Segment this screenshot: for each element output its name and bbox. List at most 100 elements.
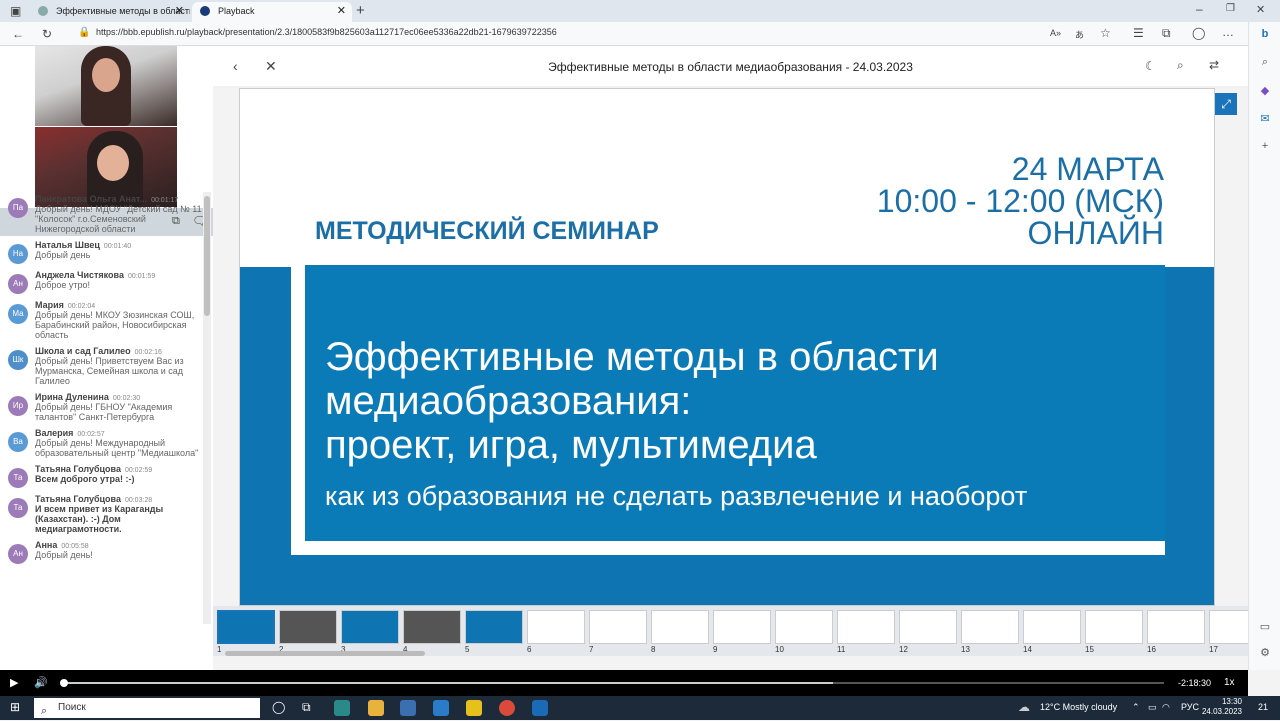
swap-layout-icon[interactable]: ⇄ (1209, 58, 1219, 72)
slide-thumbnail[interactable] (899, 610, 957, 644)
slide-thumbnail[interactable] (403, 610, 461, 644)
chat-message-list[interactable]: Па Панкратова Ольга Анат... 00:01:17 Добрый… (0, 192, 202, 624)
mail-icon[interactable] (433, 700, 449, 716)
favorite-icon[interactable]: ☆ (1100, 26, 1111, 40)
store-icon[interactable] (400, 700, 416, 716)
chat-time: 00:02:04 (67, 303, 96, 310)
tab-presentation[interactable]: Эффективные методы в области ✕ (30, 2, 190, 22)
slide-thumbnail[interactable] (527, 610, 585, 644)
chat-scroll-thumb[interactable] (204, 196, 210, 316)
new-tab-icon[interactable]: + (356, 2, 365, 19)
slide-thumbnail[interactable] (217, 610, 275, 644)
tab-actions-icon[interactable]: ▣ (10, 4, 21, 18)
slide-thumbnail[interactable] (465, 610, 523, 644)
collections-icon[interactable]: ⧉ (1162, 26, 1171, 41)
minimize-icon[interactable]: – (1196, 2, 1203, 16)
search-icon[interactable]: ⌕ (1177, 58, 1184, 73)
avatar: Та (8, 498, 28, 518)
avatar: Ан (8, 544, 28, 564)
chrome-icon[interactable] (499, 700, 515, 716)
windows-taskbar: ⊞ ⌕ Поиск ◯ ⧉ ☁ 12°C Mostly cloudy ⌃ ▭ ◠… (0, 696, 1280, 720)
slide-seminar-title: МЕТОДИЧЕСКИЙ СЕМИНАР (315, 217, 659, 245)
chat-message: Шк Школа и сад Галилео 00:02:16 Добрый день… (0, 344, 202, 390)
weather-text[interactable]: 12°C Mostly cloudy (1040, 702, 1117, 712)
slide-thumbnail[interactable] (713, 610, 771, 644)
chat-time: 00:02:30 (112, 395, 141, 402)
read-aloud-icon[interactable]: A» (1050, 28, 1061, 38)
chat-time: 00:02:57 (77, 431, 105, 438)
search-icon[interactable]: ⌕ (1258, 56, 1272, 70)
chat-author: Татьяна Голубцова 00:02:59 (35, 464, 153, 474)
dark-mode-icon[interactable]: ☾ (1145, 59, 1156, 73)
cortana-icon[interactable]: ◯ (272, 700, 285, 714)
slide-thumbnail[interactable] (589, 610, 647, 644)
thumbnails-scrollbar[interactable] (225, 651, 425, 656)
slide-thumbnail-number: 10 (775, 645, 784, 654)
slide-thumbnail-number: 17 (1209, 645, 1218, 654)
maximize-icon[interactable]: ❐ (1226, 3, 1235, 14)
chat-text: Добрый день! (35, 550, 93, 560)
slide-thumbnail[interactable] (651, 610, 709, 644)
network-icon[interactable]: ▭ (1148, 702, 1157, 713)
chat-text: Добрый день (35, 250, 91, 260)
more-icon[interactable]: … (1222, 25, 1234, 39)
wifi-icon[interactable]: ◠ (1162, 702, 1170, 713)
1c-icon[interactable] (466, 700, 482, 716)
progress-bar[interactable] (62, 682, 1164, 684)
slide-thumbnail[interactable] (1209, 610, 1248, 644)
chat-message: Ан Анджела Чистякова 00:01:59 Доброе утро! (0, 268, 202, 298)
volume-icon[interactable]: 🔊 (34, 676, 48, 689)
profile-icon[interactable]: ◯ (1192, 26, 1205, 40)
slide-time-line: 10:00 - 12:00 (МСК) (876, 183, 1164, 219)
shopping-icon[interactable]: ◆ (1258, 84, 1272, 98)
avatar: Та (8, 468, 28, 488)
edge-taskbar-icon[interactable] (334, 700, 350, 716)
notifications-badge[interactable]: 21 (1258, 702, 1268, 712)
taskbar-search[interactable]: ⌕ Поиск (34, 698, 260, 718)
tab-playback[interactable]: Playback ✕ (192, 2, 352, 22)
outlook-icon[interactable]: ✉ (1258, 112, 1272, 126)
search-placeholder: Поиск (58, 702, 86, 713)
close-tab-icon[interactable]: ✕ (337, 2, 346, 20)
bing-icon[interactable]: b (1258, 28, 1272, 42)
slide-thumbnail[interactable] (1085, 610, 1143, 644)
task-view-icon[interactable]: ⧉ (302, 700, 311, 715)
language-indicator[interactable]: РУС (1181, 702, 1199, 712)
close-tab-icon[interactable]: ✕ (175, 2, 184, 20)
play-icon[interactable]: ▶ (10, 676, 18, 689)
windows-start-icon[interactable]: ⊞ (10, 700, 20, 714)
speed-button[interactable]: 1x (1224, 677, 1235, 688)
chat-message: На Наталья Швец 00:01:40 Добрый день (0, 238, 202, 268)
avatar: Шк (8, 350, 28, 370)
explorer-icon[interactable] (368, 700, 384, 716)
close-window-icon[interactable]: ✕ (1256, 3, 1265, 16)
slide-thumbnail[interactable] (1023, 610, 1081, 644)
fullscreen-button[interactable]: ⤢ (1215, 93, 1237, 115)
chat-scrollbar[interactable] (203, 192, 211, 624)
settings-icon[interactable]: ⚙ (1258, 646, 1272, 660)
sidebar-layout-icon[interactable]: ▭ (1258, 620, 1272, 634)
translate-icon[interactable]: あ (1075, 28, 1084, 41)
favorites-list-icon[interactable]: ☰ (1133, 26, 1144, 40)
clock[interactable]: 13:30 24.03.2023 (1200, 697, 1242, 717)
slide-thumbnail[interactable] (1147, 610, 1205, 644)
slide-thumbnail[interactable] (279, 610, 337, 644)
slide-thumbnail[interactable] (341, 610, 399, 644)
avatar: Ма (8, 304, 28, 324)
chat-message: Па Панкратова Ольга Анат... 00:01:17 Добрый… (0, 192, 202, 238)
reload-icon[interactable]: ↻ (42, 27, 52, 41)
chat-text: Добрый день! Международный образовательн… (35, 438, 199, 458)
slide-thumbnail-number: 12 (899, 645, 908, 654)
chat-message: Ан Анна 00:05:58 Добрый день! (0, 538, 202, 568)
outlook-icon[interactable] (532, 700, 548, 716)
slide-thumbnail-number: 6 (527, 645, 532, 654)
slide-thumbnail[interactable] (961, 610, 1019, 644)
back-icon[interactable]: ← (12, 27, 24, 41)
tray-chevron-icon[interactable]: ⌃ (1132, 702, 1140, 713)
url-field[interactable]: https://bbb.epublish.ru/playback/present… (96, 27, 557, 37)
slide-thumbnail[interactable] (837, 610, 895, 644)
slide-date: 24 МАРТА 10:00 - 12:00 (МСК) ОНЛАЙН (877, 153, 1164, 249)
add-icon[interactable]: + (1258, 140, 1272, 154)
progress-knob[interactable] (60, 679, 68, 687)
slide-thumbnail[interactable] (775, 610, 833, 644)
